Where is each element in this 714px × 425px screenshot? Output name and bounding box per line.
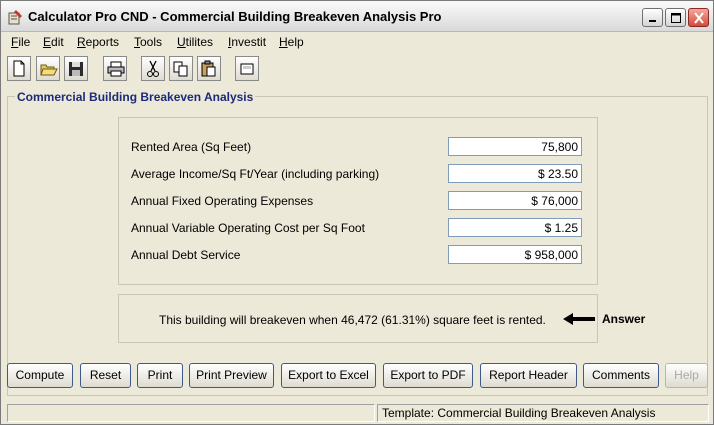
average-income-input[interactable] bbox=[448, 164, 582, 183]
save-icon bbox=[69, 62, 83, 76]
group-title: Commercial Building Breakeven Analysis bbox=[15, 90, 256, 104]
maximize-button[interactable] bbox=[665, 8, 686, 27]
variable-cost-input[interactable] bbox=[448, 218, 582, 237]
print-icon bbox=[107, 61, 125, 77]
paste-button[interactable] bbox=[197, 56, 221, 81]
menu-utilites[interactable]: Utilites bbox=[177, 35, 213, 49]
rented-area-input[interactable] bbox=[448, 137, 582, 156]
new-file-icon bbox=[13, 60, 25, 77]
app-logo-icon bbox=[7, 9, 23, 25]
close-button[interactable] bbox=[688, 8, 709, 27]
left-arrow-icon bbox=[561, 312, 597, 329]
menu-tools[interactable]: Tools bbox=[134, 35, 162, 49]
fixed-expenses-label: Annual Fixed Operating Expenses bbox=[131, 194, 314, 208]
help-button[interactable]: Help bbox=[665, 363, 708, 388]
rented-area-label: Rented Area (Sq Feet) bbox=[131, 140, 252, 154]
cut-icon bbox=[147, 60, 159, 77]
new-file-button[interactable] bbox=[7, 56, 31, 81]
calculator-button[interactable] bbox=[235, 56, 259, 81]
average-income-label: Average Income/Sq Ft/Year (including par… bbox=[131, 167, 380, 181]
copy-icon bbox=[173, 61, 188, 77]
app-window: Calculator Pro CND - Commercial Building… bbox=[0, 0, 714, 425]
export-excel-button[interactable]: Export to Excel bbox=[281, 363, 376, 388]
status-bar-template: Template: Commercial Building Breakeven … bbox=[377, 404, 709, 422]
minimize-icon bbox=[649, 20, 656, 22]
menu-bar: File Edit Reports Tools Utilites Investi… bbox=[1, 33, 713, 53]
comments-button[interactable]: Comments bbox=[583, 363, 659, 388]
answer-label: Answer bbox=[602, 312, 646, 326]
calculator-icon bbox=[240, 63, 254, 75]
print-button[interactable] bbox=[103, 56, 127, 81]
open-button[interactable] bbox=[36, 56, 60, 81]
title-bar[interactable]: Calculator Pro CND - Commercial Building… bbox=[1, 1, 713, 32]
print-action-button[interactable]: Print bbox=[137, 363, 183, 388]
open-folder-icon bbox=[40, 64, 58, 76]
print-preview-button[interactable]: Print Preview bbox=[189, 363, 274, 388]
minimize-button[interactable] bbox=[642, 8, 663, 27]
status-bar-left bbox=[7, 404, 375, 422]
maximize-icon bbox=[671, 13, 681, 23]
menu-help[interactable]: Help bbox=[279, 35, 304, 49]
debt-service-label: Annual Debt Service bbox=[131, 248, 241, 262]
variable-cost-label: Annual Variable Operating Cost per Sq Fo… bbox=[131, 221, 365, 235]
close-icon bbox=[694, 12, 704, 24]
compute-button[interactable]: Compute bbox=[7, 363, 73, 388]
cut-button[interactable] bbox=[141, 56, 165, 81]
toolbar bbox=[1, 54, 713, 84]
paste-icon bbox=[201, 60, 216, 77]
menu-reports[interactable]: Reports bbox=[77, 35, 119, 49]
result-text: This building will breakeven when 46,472… bbox=[159, 313, 546, 327]
fixed-expenses-input[interactable] bbox=[448, 191, 582, 210]
copy-button[interactable] bbox=[169, 56, 193, 81]
debt-service-input[interactable] bbox=[448, 245, 582, 264]
report-header-button[interactable]: Report Header bbox=[480, 363, 577, 388]
save-button[interactable] bbox=[64, 56, 88, 81]
menu-edit[interactable]: Edit bbox=[43, 35, 64, 49]
menu-file[interactable]: File bbox=[11, 35, 30, 49]
window-title: Calculator Pro CND - Commercial Building… bbox=[28, 9, 442, 24]
menu-investit[interactable]: Investit bbox=[228, 35, 266, 49]
export-pdf-button[interactable]: Export to PDF bbox=[383, 363, 473, 388]
reset-button[interactable]: Reset bbox=[80, 363, 131, 388]
